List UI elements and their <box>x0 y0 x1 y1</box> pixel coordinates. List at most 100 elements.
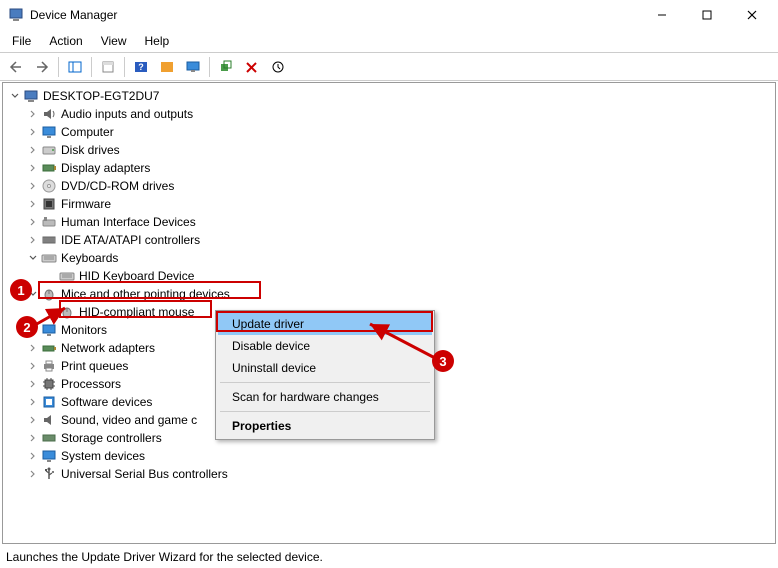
chevron-right-icon[interactable] <box>27 180 39 192</box>
tree-root[interactable]: DESKTOP-EGT2DU7 <box>9 87 775 105</box>
chevron-right-icon[interactable] <box>27 198 39 210</box>
node-label: Processors <box>61 375 121 393</box>
chevron-down-icon[interactable] <box>27 252 39 264</box>
node-label: Network adapters <box>61 339 155 357</box>
monitor-icon <box>41 322 57 338</box>
node-label: Universal Serial Bus controllers <box>61 465 228 483</box>
chevron-right-icon[interactable] <box>27 324 39 336</box>
tree-category-hid[interactable]: Human Interface Devices <box>9 213 775 231</box>
action-button[interactable] <box>155 56 179 78</box>
network-icon <box>41 340 57 356</box>
node-label: Keyboards <box>61 249 118 267</box>
tree-category-disk[interactable]: Disk drives <box>9 141 775 159</box>
ctx-scan-hardware[interactable]: Scan for hardware changes <box>218 386 432 408</box>
node-label: DVD/CD-ROM drives <box>61 177 174 195</box>
tree-category-computer[interactable]: Computer <box>9 123 775 141</box>
chevron-right-icon[interactable] <box>27 144 39 156</box>
back-button[interactable] <box>4 56 28 78</box>
computer-icon <box>23 88 39 104</box>
forward-button[interactable] <box>30 56 54 78</box>
maximize-button[interactable] <box>684 0 729 30</box>
node-label: Audio inputs and outputs <box>61 105 193 123</box>
tree-category-display[interactable]: Display adapters <box>9 159 775 177</box>
ctx-separator <box>220 411 430 412</box>
chevron-right-icon[interactable] <box>27 432 39 444</box>
node-label: DESKTOP-EGT2DU7 <box>43 87 159 105</box>
monitor-icon <box>41 124 57 140</box>
minimize-button[interactable] <box>639 0 684 30</box>
tree-category-audio[interactable]: Audio inputs and outputs <box>9 105 775 123</box>
tree-category-firmware[interactable]: Firmware <box>9 195 775 213</box>
usb-icon <box>41 466 57 482</box>
tree-category-system[interactable]: System devices <box>9 447 775 465</box>
chevron-right-icon[interactable] <box>27 378 39 390</box>
window-title: Device Manager <box>30 8 639 22</box>
context-menu: Update driver Disable device Uninstall d… <box>215 310 435 440</box>
node-label: IDE ATA/ATAPI controllers <box>61 231 200 249</box>
titlebar: Device Manager <box>0 0 778 30</box>
disk-icon <box>41 142 57 158</box>
node-label: HID Keyboard Device <box>79 267 194 285</box>
chevron-right-icon[interactable] <box>27 414 39 426</box>
menubar: File Action View Help <box>0 30 778 53</box>
properties-button[interactable] <box>96 56 120 78</box>
ctx-update-driver[interactable]: Update driver <box>218 313 432 335</box>
node-label: Software devices <box>61 393 152 411</box>
toolbar: ? <box>0 53 778 81</box>
chevron-right-icon[interactable] <box>27 126 39 138</box>
tree-category-keyboards[interactable]: Keyboards <box>9 249 775 267</box>
tree-category-mice[interactable]: Mice and other pointing devices <box>9 285 775 303</box>
chevron-right-icon[interactable] <box>27 468 39 480</box>
close-button[interactable] <box>729 0 774 30</box>
update-driver-button[interactable] <box>266 56 290 78</box>
chevron-right-icon[interactable] <box>27 396 39 408</box>
printer-icon <box>41 358 57 374</box>
chevron-down-icon[interactable] <box>9 90 21 102</box>
software-icon <box>41 394 57 410</box>
menu-action[interactable]: Action <box>41 32 90 50</box>
ctx-properties[interactable]: Properties <box>218 415 432 437</box>
node-label: Mice and other pointing devices <box>61 285 230 303</box>
separator <box>91 57 92 77</box>
devmgr-icon <box>8 7 24 23</box>
node-label: Human Interface Devices <box>61 213 196 231</box>
uninstall-button[interactable] <box>240 56 264 78</box>
separator <box>58 57 59 77</box>
mouse-icon <box>59 304 75 320</box>
tree-category-dvd[interactable]: DVD/CD-ROM drives <box>9 177 775 195</box>
menu-view[interactable]: View <box>93 32 135 50</box>
tree-category-ide[interactable]: IDE ATA/ATAPI controllers <box>9 231 775 249</box>
firmware-icon <box>41 196 57 212</box>
tree-category-usb[interactable]: Universal Serial Bus controllers <box>9 465 775 483</box>
chevron-right-icon[interactable] <box>27 216 39 228</box>
node-label: System devices <box>61 447 145 465</box>
statusbar-text: Launches the Update Driver Wizard for th… <box>6 550 323 564</box>
keyboard-icon <box>41 250 57 266</box>
cpu-icon <box>41 376 57 392</box>
ide-icon <box>41 232 57 248</box>
ctx-disable-device[interactable]: Disable device <box>218 335 432 357</box>
chevron-right-icon[interactable] <box>27 234 39 246</box>
node-label: HID-compliant mouse <box>79 303 194 321</box>
ctx-uninstall-device[interactable]: Uninstall device <box>218 357 432 379</box>
display-adapter-icon <box>41 160 57 176</box>
storage-icon <box>41 430 57 446</box>
menu-file[interactable]: File <box>4 32 39 50</box>
chevron-right-icon[interactable] <box>27 360 39 372</box>
display-button[interactable] <box>181 56 205 78</box>
chevron-right-icon[interactable] <box>27 108 39 120</box>
node-label: Disk drives <box>61 141 120 159</box>
chevron-down-icon[interactable] <box>27 288 39 300</box>
keyboard-icon <box>59 268 75 284</box>
node-label: Print queues <box>61 357 128 375</box>
scan-hardware-button[interactable] <box>214 56 238 78</box>
show-hide-tree-button[interactable] <box>63 56 87 78</box>
ctx-separator <box>220 382 430 383</box>
chevron-right-icon[interactable] <box>27 450 39 462</box>
help-button[interactable]: ? <box>129 56 153 78</box>
menu-help[interactable]: Help <box>137 32 178 50</box>
tree-device-hid-keyboard[interactable]: HID Keyboard Device <box>9 267 775 285</box>
sound-icon <box>41 412 57 428</box>
chevron-right-icon[interactable] <box>27 162 39 174</box>
chevron-right-icon[interactable] <box>27 342 39 354</box>
